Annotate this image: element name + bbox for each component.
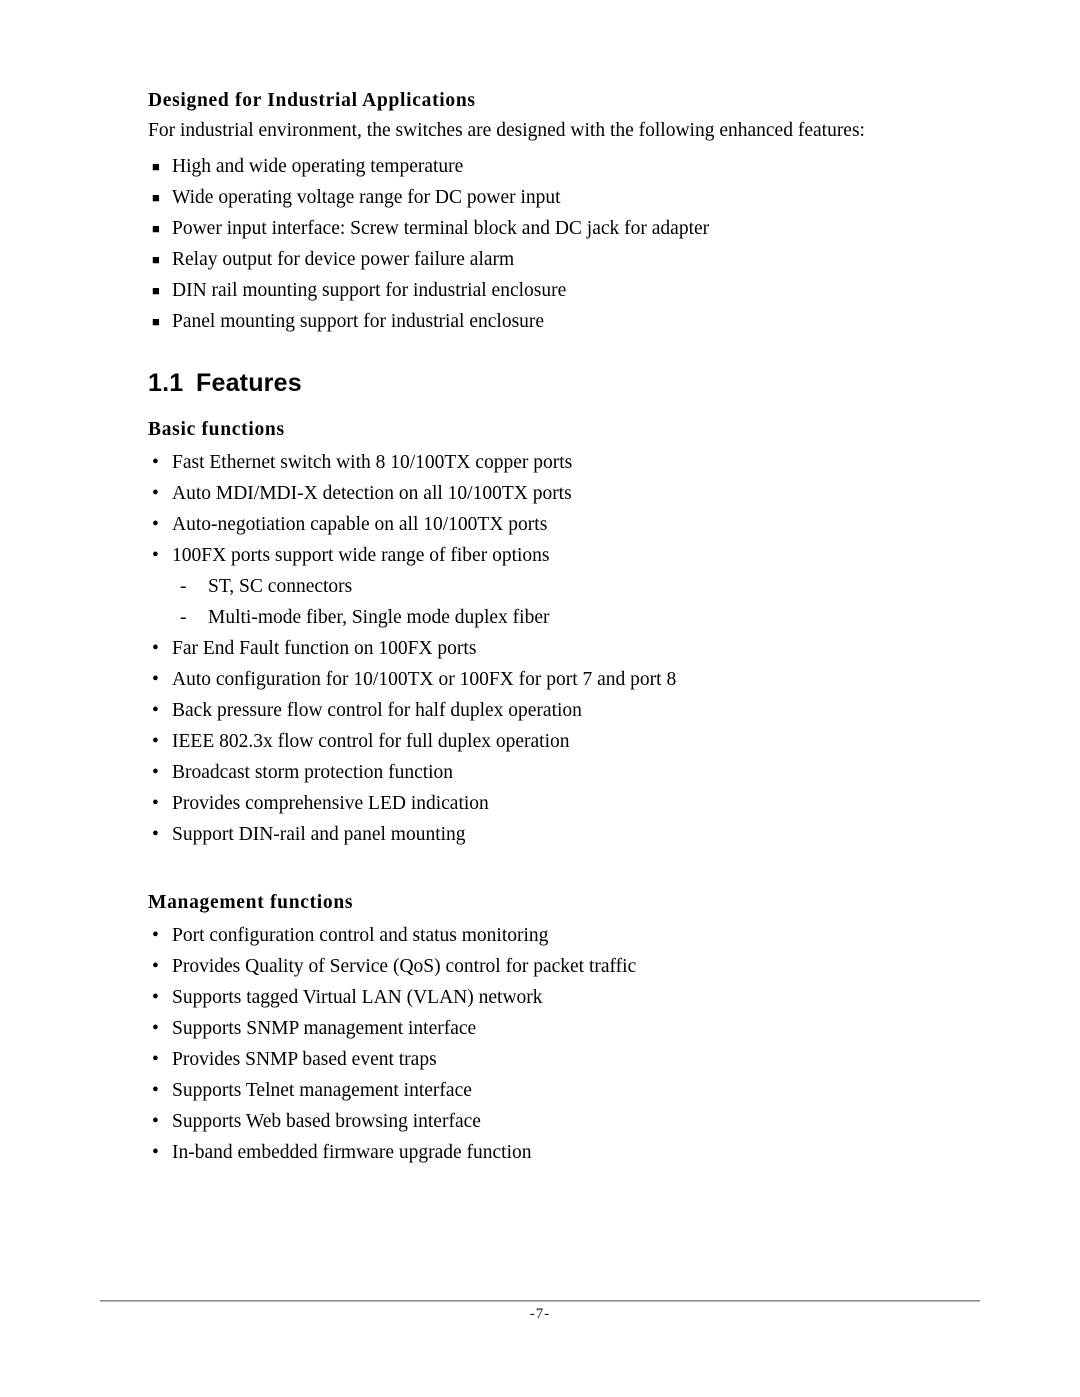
list-item-label: Wide operating voltage range for DC powe… [172,187,561,208]
list-item: • Provides Quality of Service (QoS) contr… [148,951,908,982]
list-item: • Auto configuration for 10/100TX or 100F… [148,664,908,695]
list-item-label: Auto MDI/MDI-X detection on all 10/100TX… [172,483,572,504]
list-bullet-icon: ■ [152,283,160,298]
sub-list-item: - ST, SC connectors [148,571,908,602]
list-bullet-icon: ■ [152,159,160,174]
list-item-label: Far End Fault function on 100FX ports [172,638,477,659]
list-item: ■ Power input interface: Screw terminal b… [148,213,908,244]
list-item-label: 100FX ports support wide range of fiber … [172,545,550,566]
section-title: Features [196,369,302,397]
list-bullet-icon: • [152,483,159,504]
industrial-features-list: ■ High and wide operating temperature ■ Wid… [148,151,908,337]
document-page: Designed for Industrial Applications For… [0,0,1080,1397]
list-item-label: IEEE 802.3x flow control for full duplex… [172,731,570,752]
list-item-label: Back pressure flow control for half dupl… [172,700,582,721]
list-item-label: Provides comprehensive LED indication [172,793,489,814]
list-item: • Fast Ethernet switch with 8 10/100TX co… [148,447,908,478]
list-item: • IEEE 802.3x flow control for full duple… [148,726,908,757]
list-item: ■ High and wide operating temperature [148,151,908,182]
list-item-label: Broadcast storm protection function [172,762,454,783]
page-content: Designed for Industrial Applications For… [148,88,908,1168]
list-item: • 100FX ports support wide range of fiber… [148,540,908,571]
list-item: • Auto-negotiation capable on all 10/100T… [148,509,908,540]
list-bullet-icon: • [152,1018,159,1039]
basic-functions-heading: Basic functions [148,419,285,440]
list-bullet-icon: • [152,956,159,977]
industrial-applications-intro: For industrial environment, the switches… [148,120,865,141]
list-item-label: Fast Ethernet switch with 8 10/100TX cop… [172,452,573,473]
list-item-label: Supports tagged Virtual LAN (VLAN) netwo… [172,987,543,1008]
list-bullet-icon: ■ [152,190,160,205]
industrial-applications-heading: Designed for Industrial Applications [148,90,476,111]
list-item: • Support DIN-rail and panel mounting [148,819,908,850]
list-bullet-icon: - [180,576,187,597]
list-item-label: Supports Web based browsing interface [172,1111,481,1132]
list-item: • Far End Fault function on 100FX ports [148,633,908,664]
list-item-label: In-band embedded firmware upgrade functi… [172,1142,532,1163]
list-item: • Supports Web based browsing interface [148,1106,908,1137]
list-item-label: Provides Quality of Service (QoS) contro… [172,956,637,977]
list-item-label: High and wide operating temperature [172,156,464,177]
list-item: ■ Relay output for device power failure a… [148,244,908,275]
list-bullet-icon: • [152,669,159,690]
management-functions-heading: Management functions [148,892,354,913]
list-item: • Port configuration control and status m… [148,920,908,951]
list-item: • Auto MDI/MDI-X detection on all 10/100T… [148,478,908,509]
basic-functions-list-part2: • Far End Fault function on 100FX ports • A… [148,633,908,850]
list-bullet-icon: • [152,1080,159,1101]
list-item: ■ Panel mounting support for industrial e… [148,306,908,337]
list-bullet-icon: • [152,731,159,752]
list-bullet-icon: - [180,607,187,628]
list-bullet-icon: • [152,987,159,1008]
list-bullet-icon: • [152,545,159,566]
list-item: • Provides SNMP based event traps [148,1044,908,1075]
list-item-label: Port configuration control and status mo… [172,925,549,946]
list-bullet-icon: • [152,1142,159,1163]
basic-functions-list-part1: • Fast Ethernet switch with 8 10/100TX co… [148,447,908,571]
list-bullet-icon: ■ [152,221,160,236]
section-number: 1.1 [148,369,184,397]
list-item-label: Supports Telnet management interface [172,1080,472,1101]
list-item-label: Relay output for device power failure al… [172,249,515,270]
list-item: ■ DIN rail mounting support for industria… [148,275,908,306]
list-item: • Back pressure flow control for half dup… [148,695,908,726]
list-item-label: Support DIN-rail and panel mounting [172,824,466,845]
footer-divider [100,1300,980,1302]
management-functions-list: • Port configuration control and status m… [148,920,908,1168]
list-item: • Supports tagged Virtual LAN (VLAN) netw… [148,982,908,1013]
list-item: • Supports SNMP management interface [148,1013,908,1044]
list-item-label: Power input interface: Screw terminal bl… [172,218,710,239]
list-item-label: Auto configuration for 10/100TX or 100FX… [172,669,677,690]
list-bullet-icon: • [152,925,159,946]
sub-list-item: - Multi-mode fiber, Single mode duplex fi… [148,602,908,633]
list-item-label: Auto-negotiation capable on all 10/100TX… [172,514,548,535]
list-item: • Broadcast storm protection function [148,757,908,788]
page-number: -7- [529,1306,551,1322]
list-bullet-icon: • [152,793,159,814]
list-bullet-icon: • [152,824,159,845]
list-bullet-icon: • [152,1111,159,1132]
page-footer: -7- [100,1300,980,1324]
list-item-label: DIN rail mounting support for industrial… [172,280,567,301]
list-bullet-icon: • [152,762,159,783]
list-item: ■ Wide operating voltage range for DC pow… [148,182,908,213]
list-bullet-icon: • [152,452,159,473]
list-item-label: ST, SC connectors [208,576,353,597]
features-section-heading: 1.1 Features [148,367,908,399]
list-bullet-icon: • [152,638,159,659]
list-bullet-icon: ■ [152,314,160,329]
list-item-label: Provides SNMP based event traps [172,1049,437,1070]
fiber-options-sublist: - ST, SC connectors - Multi-mode fiber, Sin… [148,571,908,633]
list-bullet-icon: • [152,1049,159,1070]
list-item: • In-band embedded firmware upgrade funct… [148,1137,908,1168]
list-bullet-icon: ■ [152,252,160,267]
list-item: • Supports Telnet management interface [148,1075,908,1106]
list-bullet-icon: • [152,514,159,535]
list-bullet-icon: • [152,700,159,721]
list-item: • Provides comprehensive LED indication [148,788,908,819]
list-item-label: Multi-mode fiber, Single mode duplex fib… [208,607,550,628]
list-item-label: Panel mounting support for industrial en… [172,311,545,332]
list-item-label: Supports SNMP management interface [172,1018,477,1039]
